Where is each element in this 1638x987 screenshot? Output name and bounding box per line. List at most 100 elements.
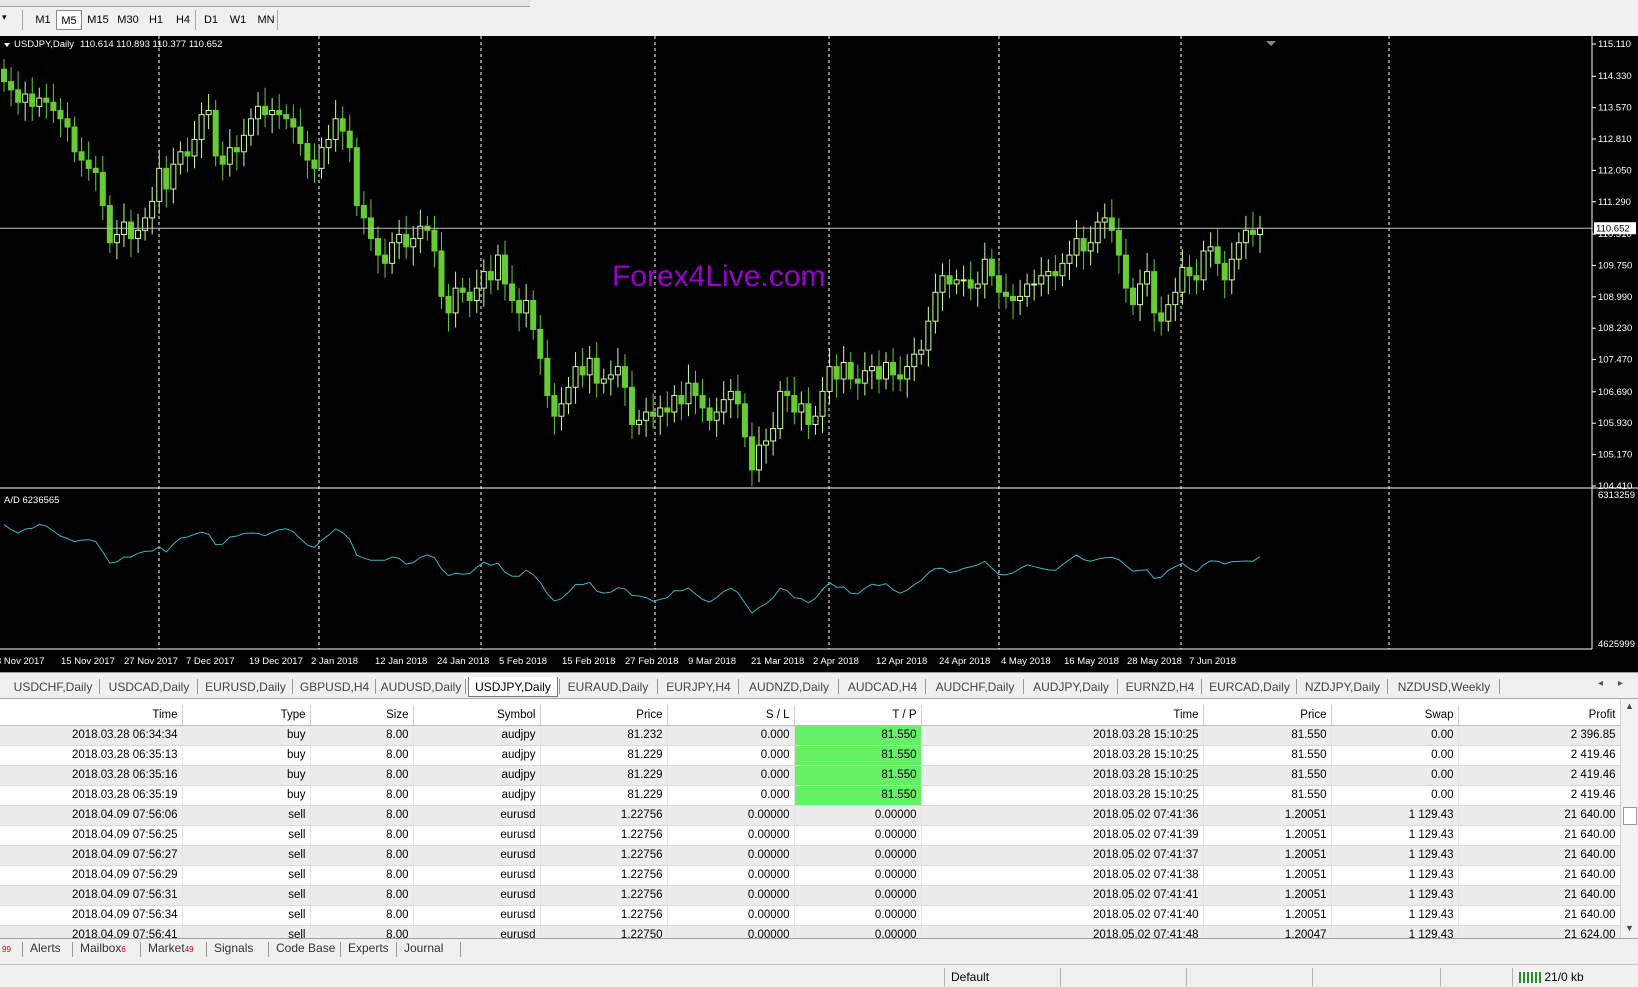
- scroll-thumb[interactable]: [1623, 807, 1637, 825]
- table-cell: 1 129.43: [1331, 885, 1459, 906]
- timeframe-m30-button[interactable]: M30: [115, 10, 141, 30]
- chart-tab-eurnzd-h4[interactable]: EURNZD,H4: [1120, 677, 1200, 697]
- column-header-swap[interactable]: Swap: [1331, 705, 1459, 726]
- chart-ohlc-label: 110.614 110.893 110.377 110.652: [80, 39, 222, 50]
- column-header-type[interactable]: Type: [182, 705, 311, 726]
- table-cell: buy: [182, 765, 311, 786]
- table-cell: 8.00: [310, 925, 414, 939]
- candle: [247, 108, 254, 146]
- date-tick-label: 27 Nov 2017: [124, 656, 178, 667]
- profile-status[interactable]: Default: [944, 968, 1061, 986]
- terminal-tab-signals[interactable]: Signals: [214, 941, 253, 955]
- column-header-price[interactable]: Price: [540, 705, 668, 726]
- status-cell: [1440, 968, 1517, 986]
- table-row[interactable]: 2018.04.09 07:56:29 sell 8.00 eurusd 1.22756…: [0, 865, 1621, 886]
- timeframe-h1-button[interactable]: H1: [143, 10, 169, 30]
- candle: [883, 352, 890, 390]
- table-cell: 0.00: [1331, 765, 1459, 786]
- candle: [480, 259, 487, 307]
- candle: [720, 381, 727, 425]
- terminal-tab-trade[interactable]: 99: [2, 941, 11, 955]
- status-bar: Default 21/0 kb: [0, 964, 1638, 987]
- candle: [142, 207, 149, 241]
- candle: [332, 100, 339, 152]
- column-header-price[interactable]: Price: [1203, 705, 1332, 726]
- table-row[interactable]: 2018.04.09 07:56:41 sell 8.00 eurusd 1.22750…: [0, 925, 1621, 939]
- column-header-t-p[interactable]: T / P: [794, 705, 922, 726]
- table-row[interactable]: 2018.04.09 07:56:27 sell 8.00 eurusd 1.22756…: [0, 845, 1621, 866]
- chart-tab-usdcad-daily[interactable]: USDCAD,Daily: [102, 677, 196, 697]
- timeframe-mn-button[interactable]: MN: [253, 10, 279, 30]
- candle: [92, 155, 99, 192]
- column-header-time[interactable]: Time: [921, 705, 1204, 726]
- chart-tab-audusd-daily[interactable]: AUDUSD,Daily: [378, 677, 464, 697]
- price-chart[interactable]: 115.110 114.330 113.570 112.810 112.050 111.2…: [0, 36, 1638, 672]
- candle: [727, 379, 734, 419]
- table-cell: 2 419.46: [1458, 785, 1621, 806]
- chart-tab-audnzd-daily[interactable]: AUDNZD,Daily: [741, 677, 837, 697]
- table-row[interactable]: 2018.04.09 07:56:25 sell 8.00 eurusd 1.22756…: [0, 825, 1621, 846]
- chart-tab-eurjpy-h4[interactable]: EURJPY,H4: [660, 677, 737, 697]
- collapse-triangle-icon[interactable]: [4, 43, 10, 47]
- connection-status[interactable]: 21/0 kb: [1512, 968, 1637, 986]
- table-cell: 1.20047: [1203, 925, 1332, 939]
- indicator-tick-label: 6313259: [1598, 490, 1635, 501]
- tab-separator: [99, 679, 100, 694]
- candle: [988, 248, 995, 287]
- candle: [487, 255, 494, 295]
- table-cell: 1.20051: [1203, 865, 1332, 886]
- chart-tab-eurcad-daily[interactable]: EURCAD,Daily: [1204, 677, 1295, 697]
- table-row[interactable]: 2018.04.09 07:56:34 sell 8.00 eurusd 1.22756…: [0, 905, 1621, 926]
- timeframe-h4-button[interactable]: H4: [170, 10, 196, 30]
- table-cell: 21 640.00: [1458, 905, 1621, 926]
- chart-window[interactable]: 115.110 114.330 113.570 112.810 112.050 111.2…: [0, 36, 1638, 672]
- terminal-tab-code-base[interactable]: Code Base: [276, 941, 335, 955]
- candle: [113, 219, 120, 260]
- column-header-profit[interactable]: Profit: [1458, 705, 1621, 726]
- timeframe-d1-button[interactable]: D1: [198, 10, 224, 30]
- chart-tab-euraud-daily[interactable]: EURAUD,Daily: [560, 677, 656, 697]
- chart-tab-audcad-h4[interactable]: AUDCAD,H4: [841, 677, 924, 697]
- timeframe-m1-button[interactable]: M1: [30, 10, 56, 30]
- table-scrollbar[interactable]: ▲ ▼: [1620, 699, 1638, 939]
- timeframe-w1-button[interactable]: W1: [225, 10, 251, 30]
- chart-tab-gbpusd-h4[interactable]: GBPUSD,H4: [295, 677, 374, 697]
- tab-scroll-left-icon[interactable]: ◂: [1598, 678, 1603, 689]
- terminal-tab-market[interactable]: Market49: [148, 941, 194, 955]
- tab-separator: [465, 679, 466, 694]
- column-header-size[interactable]: Size: [310, 705, 414, 726]
- terminal-tab-journal[interactable]: Journal: [404, 941, 443, 955]
- table-row[interactable]: 2018.04.09 07:56:31 sell 8.00 eurusd 1.22756…: [0, 885, 1621, 906]
- table-row[interactable]: 2018.03.28 06:35:19 buy 8.00 audjpy 81.229 0.…: [0, 785, 1621, 806]
- scroll-down-icon[interactable]: ▼: [1625, 923, 1634, 933]
- timeframe-m15-button[interactable]: M15: [85, 10, 111, 30]
- table-row[interactable]: 2018.03.28 06:35:16 buy 8.00 audjpy 81.229 0.…: [0, 765, 1621, 786]
- chart-tab-eurusd-daily[interactable]: EURUSD,Daily: [200, 677, 291, 697]
- table-cell: sell: [182, 885, 311, 906]
- terminal-tab-alerts[interactable]: Alerts: [30, 941, 61, 955]
- tab-scroll-right-icon[interactable]: ▸: [1618, 678, 1623, 689]
- table-row[interactable]: 2018.04.09 07:56:06 sell 8.00 eurusd 1.22756…: [0, 805, 1621, 826]
- table-row[interactable]: 2018.03.28 06:35:13 buy 8.00 audjpy 81.229 0.…: [0, 745, 1621, 766]
- chart-tab-audchf-daily[interactable]: AUDCHF,Daily: [928, 677, 1022, 697]
- chart-tab-audjpy-daily[interactable]: AUDJPY,Daily: [1026, 677, 1116, 697]
- chart-shift-marker-icon[interactable]: [1266, 41, 1276, 46]
- chart-tab-usdjpy-daily[interactable]: USDJPY,Daily: [468, 677, 558, 697]
- candle: [43, 83, 50, 119]
- candle: [149, 186, 156, 235]
- candle: [784, 376, 791, 413]
- scroll-up-icon[interactable]: ▲: [1625, 701, 1634, 711]
- table-row[interactable]: 2018.03.28 06:34:34 buy 8.00 audjpy 81.232 0.…: [0, 725, 1621, 746]
- terminal-tab-experts[interactable]: Experts: [348, 941, 389, 955]
- column-header-symbol[interactable]: Symbol: [413, 705, 541, 726]
- column-header-time[interactable]: Time: [0, 705, 183, 726]
- chart-tab-nzdjpy-daily[interactable]: NZDJPY,Daily: [1299, 677, 1386, 697]
- column-header-s-l[interactable]: S / L: [667, 705, 795, 726]
- candle: [276, 93, 283, 130]
- terminal-tab-mailbox[interactable]: Mailbox6: [80, 941, 126, 955]
- candle: [198, 102, 205, 159]
- chart-tab-nzdusd-weekly[interactable]: NZDUSD,Weekly: [1390, 677, 1498, 697]
- timeframe-m5-button[interactable]: M5: [56, 10, 82, 30]
- chart-tab-usdchf-daily[interactable]: USDCHF,Daily: [8, 677, 98, 697]
- toolbar-dropdown-icon[interactable]: ▾: [2, 12, 7, 23]
